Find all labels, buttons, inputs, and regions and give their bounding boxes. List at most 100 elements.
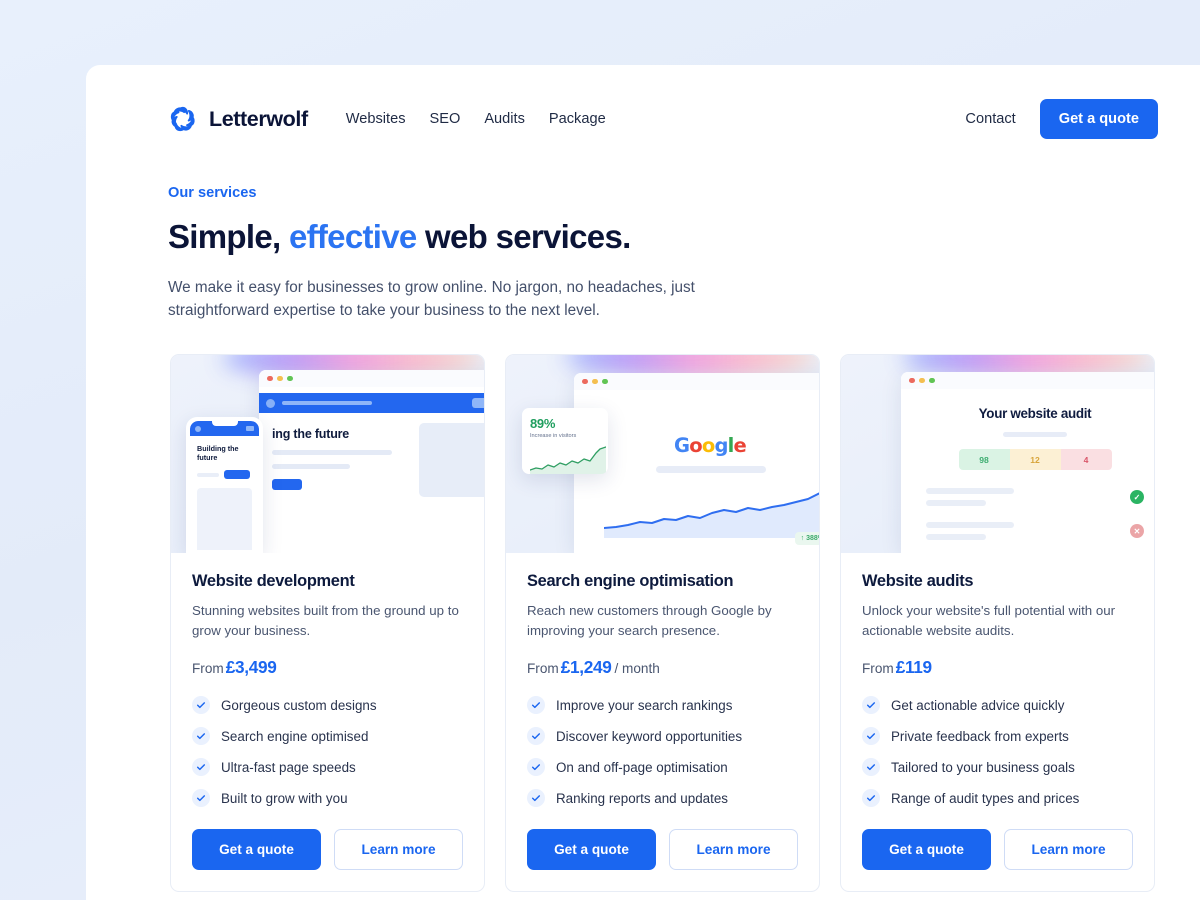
- price-prefix: From: [527, 661, 559, 677]
- page-panel: Letterwolf Websites SEO Audits Package C…: [86, 65, 1200, 900]
- nav-item-audits[interactable]: Audits: [484, 111, 525, 127]
- card-content: Website audits Unlock your website's ful…: [841, 553, 1154, 891]
- stat-value: 89%: [530, 416, 556, 431]
- header-get-a-quote-button[interactable]: Get a quote: [1039, 99, 1158, 139]
- check-icon: [192, 789, 210, 808]
- card-description: Stunning websites built from the ground …: [192, 603, 459, 639]
- list-item: Get actionable advice quickly: [862, 696, 1133, 715]
- check-icon: [862, 696, 880, 715]
- check-icon: [192, 727, 210, 746]
- learn-more-button[interactable]: Learn more: [1004, 829, 1133, 871]
- seo-canvas: Google ↑ 388%: [574, 390, 819, 553]
- mockup-hero-image: [419, 423, 484, 497]
- check-icon: [862, 758, 880, 777]
- nav-item-package[interactable]: Package: [549, 111, 606, 127]
- browser-titlebar: [259, 370, 484, 387]
- mockup-text-line: [926, 488, 1014, 494]
- browser-titlebar: [574, 373, 819, 390]
- seo-illustration: Google ↑ 388% 89% Increase in visitors: [506, 355, 819, 553]
- nav-item-websites[interactable]: Websites: [346, 111, 406, 127]
- feature-label: Improve your search rankings: [556, 697, 733, 713]
- audit-score-passed: 98: [958, 449, 1010, 470]
- mockup-nav-button: [471, 398, 484, 408]
- feature-label: Gorgeous custom designs: [221, 697, 377, 713]
- feature-label: Discover keyword opportunities: [556, 728, 743, 744]
- mockup-text-line: [926, 522, 1014, 528]
- list-item: Ultra-fast page speeds: [192, 758, 463, 777]
- card-price-line: From £3,499: [192, 657, 463, 678]
- services-card-grid: × ing the future: [170, 354, 1156, 893]
- browser-maximize-dot-icon: [929, 377, 935, 384]
- check-icon: [192, 758, 210, 777]
- list-item: Discover keyword opportunities: [527, 727, 798, 746]
- intro-subcopy: We make it easy for businesses to grow o…: [168, 278, 695, 320]
- browser-maximize-dot-icon: [602, 378, 608, 385]
- learn-more-button[interactable]: Learn more: [334, 829, 463, 871]
- price-amount: £3,499: [225, 657, 277, 678]
- page-title: Simple, effective web services.: [168, 217, 888, 257]
- learn-more-button[interactable]: Learn more: [669, 829, 798, 871]
- feature-label: Tailored to your business goals: [891, 759, 1075, 775]
- contact-link[interactable]: Contact: [965, 111, 1015, 127]
- feature-label: Ranking reports and updates: [556, 790, 728, 806]
- main-nav: Websites SEO Audits Package: [346, 111, 606, 127]
- nav-item-seo[interactable]: SEO: [430, 111, 461, 127]
- website-development-illustration: × ing the future: [171, 355, 484, 553]
- card-title: Search engine optimisation: [527, 572, 734, 590]
- phone-text-line: [197, 472, 219, 477]
- browser-titlebar: [901, 372, 1154, 389]
- audit-result-rows: ✓ ✕: [923, 488, 1147, 540]
- audit-content: Your website audit 98 12 4 ✓ ✕: [901, 389, 1154, 540]
- audit-browser-mockup: Your website audit 98 12 4 ✓ ✕: [901, 372, 1154, 553]
- card-actions: Get a quote Learn more: [527, 829, 798, 871]
- status-pass-icon: ✓: [1130, 490, 1144, 504]
- get-a-quote-button[interactable]: Get a quote: [862, 829, 991, 871]
- status-fail-icon: ✕: [1130, 524, 1144, 538]
- mockup-text-line: [272, 450, 392, 455]
- card-price-line: From £1,249/ month: [527, 657, 798, 678]
- google-wordmark: Google: [674, 434, 747, 457]
- check-icon: [527, 727, 545, 746]
- table-row: ✓: [926, 488, 1144, 506]
- price-prefix: From: [862, 661, 894, 677]
- price-prefix: From: [192, 661, 224, 677]
- card-feature-list: Get actionable advice quickly Private fe…: [862, 696, 1133, 808]
- check-icon: [527, 789, 545, 808]
- feature-label: Get actionable advice quickly: [891, 697, 1065, 713]
- feature-label: Private feedback from experts: [891, 728, 1069, 744]
- audit-score-errors: 4: [1060, 449, 1112, 470]
- phone-navbar: [190, 421, 259, 436]
- audit-heading: Your website audit: [978, 406, 1092, 421]
- phone-notch: [211, 421, 238, 426]
- card-content: Website development Stunning websites bu…: [171, 553, 484, 891]
- list-item: Gorgeous custom designs: [192, 696, 463, 715]
- browser-minimize-dot-icon: [919, 377, 925, 384]
- check-icon: [862, 789, 880, 808]
- mockup-logo-dot-icon: [266, 398, 275, 408]
- feature-label: Built to grow with you: [221, 790, 348, 806]
- browser-maximize-dot-icon: [287, 375, 293, 382]
- price-period: / month: [614, 661, 660, 677]
- mockup-text-line: [926, 534, 986, 540]
- browser-close-dot-icon: [582, 378, 588, 385]
- price-amount: £1,249: [560, 657, 612, 678]
- get-a-quote-button[interactable]: Get a quote: [527, 829, 656, 871]
- brand-logo[interactable]: Letterwolf: [168, 104, 308, 134]
- growth-badge: ↑ 388%: [794, 532, 819, 545]
- list-item: On and off-page optimisation: [527, 758, 798, 777]
- browser-minimize-dot-icon: [277, 375, 283, 382]
- phone-heading: Building the future: [197, 444, 239, 462]
- mockup-nav-placeholder: [282, 401, 372, 405]
- card-feature-list: Gorgeous custom designs Search engine op…: [192, 696, 463, 808]
- get-a-quote-button[interactable]: Get a quote: [192, 829, 321, 871]
- check-icon: [192, 696, 210, 715]
- list-item: Range of audit types and prices: [862, 789, 1133, 808]
- price-amount: £119: [895, 657, 932, 678]
- card-description: Unlock your website's full potential wit…: [862, 603, 1116, 639]
- mockup-hero-area: ing the future: [259, 413, 484, 497]
- card-content: Search engine optimisation Reach new cus…: [506, 553, 819, 891]
- mockup-text-line: [656, 466, 766, 473]
- phone-cta-row: [197, 470, 252, 479]
- service-card-search-engine-optimisation: Google ↑ 388% 89% Increase in visitors: [505, 354, 820, 893]
- list-item: Search engine optimised: [192, 727, 463, 746]
